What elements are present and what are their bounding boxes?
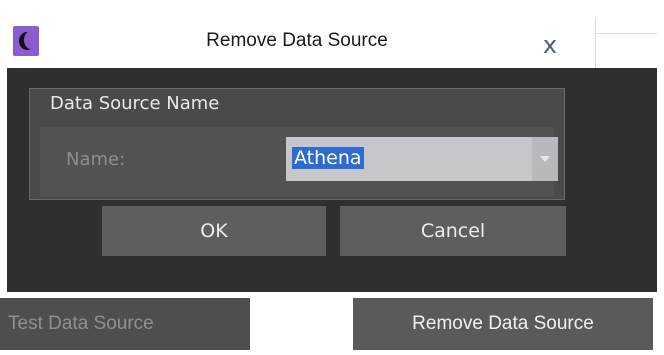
test-data-source-button[interactable]: Test Data Source [0,298,250,350]
ok-button[interactable]: OK [102,206,326,256]
selected-value: Athena [292,147,364,169]
name-label: Name: [66,149,126,170]
titlebar-divider [595,33,657,34]
dialog-titlebar: Remove Data Source x [7,12,657,68]
data-source-select[interactable]: Athena [286,137,558,181]
remove-data-source-dialog: Remove Data Source x Data Source Name Na… [7,12,657,292]
remove-data-source-button[interactable]: Remove Data Source [353,298,653,350]
titlebar-divider [595,18,596,68]
moon-logo-icon [13,26,39,56]
chevron-down-icon[interactable] [532,137,558,181]
data-source-name-group: Data Source Name Name: Athena [29,88,565,200]
name-row: Name: Athena [40,127,558,197]
cancel-button[interactable]: Cancel [340,206,566,256]
dialog-title: Remove Data Source [206,30,388,51]
group-label: Data Source Name [50,93,220,114]
close-icon[interactable]: x [535,30,565,60]
top-edge [0,0,664,10]
